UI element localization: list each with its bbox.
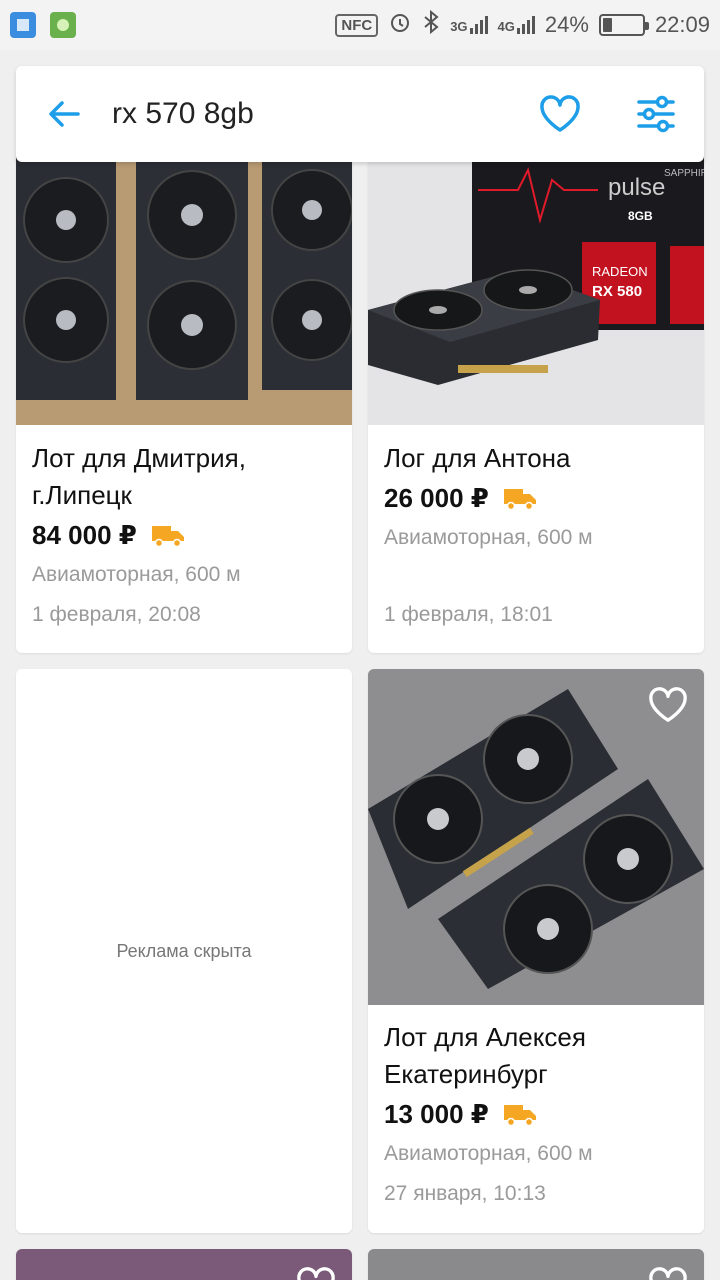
hidden-ad-card: Реклама скрыта [16, 669, 352, 1233]
favorite-button[interactable] [646, 683, 690, 727]
nfc-indicator: NFC [335, 13, 379, 37]
network-type-label: 4G [497, 19, 515, 34]
arrow-back-icon [49, 101, 80, 127]
listing-card[interactable]: Лот для Алексея Екатеринбург 13 000 ₽ Ав… [368, 669, 704, 1233]
delivery-truck-icon [151, 525, 184, 547]
battery-icon [598, 14, 649, 36]
listing-location: Авиамоторная, 600 м [384, 526, 593, 549]
signal-4g: 4G [498, 16, 535, 34]
listing-title: Лот для Дмитрия, г.Липецк [32, 443, 246, 510]
listing-title: Лот для Алексея Екатеринбург [384, 1022, 586, 1089]
box-series-label: RADEON [592, 264, 648, 279]
bluetooth-icon [422, 9, 440, 40]
listing-price: 26 000 ₽ [384, 483, 489, 513]
box-memory-label: 8GB [628, 209, 653, 223]
delivery-truck-icon [503, 1104, 536, 1126]
favorite-button[interactable] [294, 1263, 338, 1280]
listing-photo[interactable]: pulse SAPPHIRE 8GB RADEON RX 580 [368, 150, 704, 425]
box-brand-label: pulse [608, 174, 665, 201]
filter-sliders-icon [637, 95, 675, 133]
listing-photo[interactable] [16, 150, 352, 425]
app-notification-icon [10, 12, 36, 38]
back-button[interactable] [16, 66, 112, 162]
search-header: rx 570 8gb [16, 66, 704, 162]
listing-date: 1 февраля, 20:08 [32, 603, 201, 626]
listing-card[interactable]: pulse SAPPHIRE 8GB RADEON RX 580 Лог для… [368, 150, 704, 653]
listing-card[interactable] [368, 1249, 704, 1280]
listing-date: 1 февраля, 18:01 [384, 603, 553, 626]
listing-title: Лог для Антона [384, 443, 571, 473]
heart-outline-icon [649, 687, 687, 722]
listing-price: 13 000 ₽ [384, 1099, 489, 1129]
favorite-search-button[interactable] [512, 66, 608, 162]
box-model-label: RX 580 [592, 283, 642, 300]
alarm-icon [388, 10, 412, 40]
battery-percent: 24% [544, 12, 589, 37]
listing-price: 84 000 ₽ [32, 520, 137, 550]
heart-outline-icon [649, 1267, 687, 1280]
filters-button[interactable] [608, 66, 704, 162]
network-type-label: 3G [450, 19, 468, 34]
heart-outline-icon [297, 1267, 335, 1280]
listing-card[interactable]: Лот для Дмитрия, г.Липецк 84 000 ₽ Авиам… [16, 150, 352, 653]
listing-location: Авиамоторная, 600 м [384, 1142, 593, 1165]
status-bar: NFC 3G 4G 24% 22:09 [0, 0, 720, 50]
android-notification-icon [50, 12, 76, 38]
search-query[interactable]: rx 570 8gb [112, 97, 512, 131]
signal-3g: 3G [450, 16, 488, 34]
delivery-truck-icon [503, 488, 536, 510]
heart-outline-icon [540, 95, 580, 132]
listing-card[interactable] [16, 1249, 352, 1280]
listing-date: 27 января, 10:13 [384, 1182, 546, 1205]
favorite-button[interactable] [646, 1263, 690, 1280]
listing-location: Авиамоторная, 600 м [32, 563, 241, 586]
ad-hidden-label: Реклама скрыта [116, 940, 252, 961]
clock: 22:09 [654, 12, 710, 37]
box-maker-label: SAPPHIRE [664, 168, 704, 179]
